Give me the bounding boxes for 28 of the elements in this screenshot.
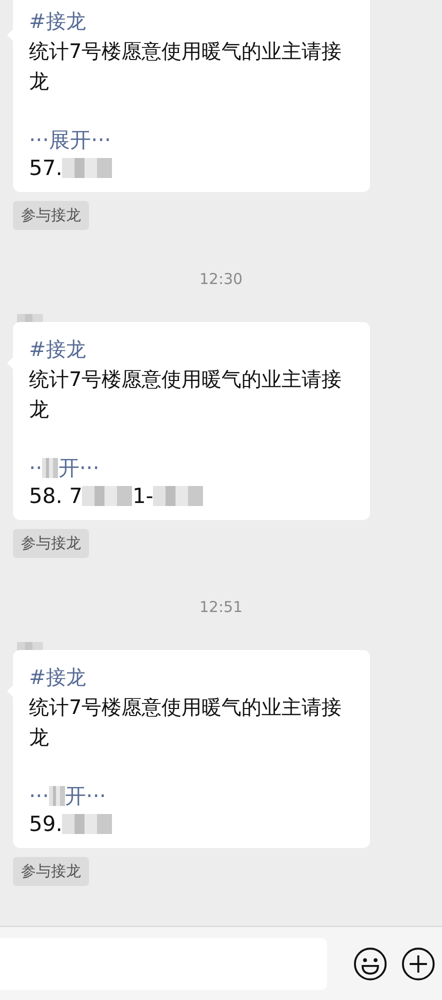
expand-link[interactable]: 开··· — [58, 454, 100, 482]
entry-text: 1- — [132, 483, 154, 510]
message-text: 统计7号楼愿意使用暖气的业主请接龙 — [29, 694, 343, 751]
redacted-mosaic — [42, 458, 58, 478]
emoji-icon[interactable] — [352, 946, 388, 982]
hashtag-link[interactable]: #接龙 — [29, 6, 354, 36]
expand-link[interactable]: 开··· — [65, 782, 106, 810]
entry-text: 59. — [29, 811, 62, 838]
join-button[interactable]: 参与接龙 — [13, 201, 89, 230]
expand-link[interactable]: ···展开··· — [29, 126, 112, 154]
join-button[interactable]: 参与接龙 — [13, 529, 89, 558]
expand-link[interactable]: ··· — [29, 782, 50, 810]
hashtag-link[interactable]: #接龙 — [29, 662, 354, 692]
join-button[interactable]: 参与接龙 — [13, 857, 89, 886]
redacted-mosaic — [62, 158, 112, 178]
message-text: 统计7号楼愿意使用暖气的业主请接龙 — [29, 366, 343, 423]
timestamp: 12:30 — [199, 270, 243, 288]
entry-text: 58. 7 — [29, 483, 82, 510]
redacted-mosaic — [82, 486, 132, 506]
redacted-mosaic — [49, 786, 66, 806]
message-text: 统计7号楼愿意使用暖气的业主请接龙 — [29, 38, 343, 95]
redacted-mosaic — [62, 814, 112, 834]
entry-text: 57. — [29, 155, 62, 182]
hashtag-link[interactable]: #接龙 — [29, 334, 354, 364]
expand-link[interactable]: ·· — [29, 454, 42, 482]
plus-icon[interactable] — [401, 946, 436, 982]
redacted-mosaic — [153, 486, 204, 506]
timestamp: 12:51 — [199, 598, 243, 616]
